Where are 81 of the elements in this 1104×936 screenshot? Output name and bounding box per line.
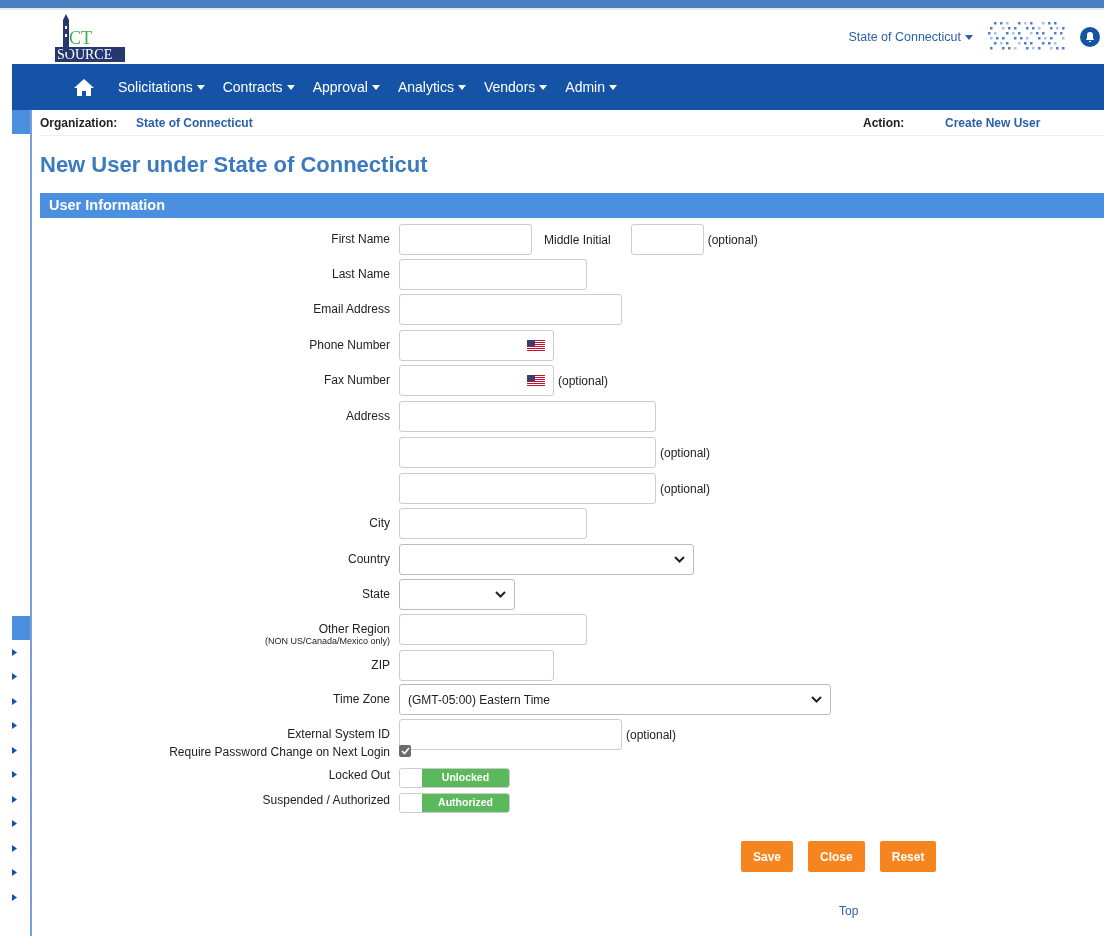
organization-menu[interactable]: State of Connecticut [848,27,973,47]
field-label: ZIP [371,658,390,672]
chevron-down-icon [674,556,685,563]
optional-note: (optional) [558,372,609,390]
phone-field[interactable] [399,365,554,396]
optional-note: (optional) [660,444,711,462]
optional-note: (optional) [626,726,677,744]
text-field[interactable] [399,508,587,539]
select-field[interactable]: (GMT-05:00) Eastern Time [399,684,831,715]
expand-arrow-icon[interactable] [12,893,17,901]
section-header: User Information [40,193,1104,218]
chevron-down-icon [495,591,506,598]
expand-arrow-icon[interactable] [12,648,17,656]
field-label: External System ID [287,727,390,741]
text-field[interactable] [399,614,587,645]
flag-icon [527,375,545,386]
field-label: Last Name [331,267,390,281]
field-label: First Name [331,232,390,246]
text-field[interactable] [630,224,704,255]
text-field[interactable] [399,224,532,255]
field-label: Email Address [313,302,390,316]
caret-icon [457,84,466,90]
expand-arrow-icon[interactable] [12,673,17,681]
organization-link[interactable]: State of Connecticut [136,113,253,132]
top-link[interactable]: Top [839,904,859,918]
avatar-pattern-icon[interactable] [988,22,1066,52]
action-label: Action: [863,114,906,132]
expand-arrow-icon[interactable] [12,746,17,754]
expand-arrow-icon[interactable] [12,869,17,877]
caret-icon [371,84,380,90]
nav-menu[interactable]: Solicitations [118,76,205,98]
nav-menu[interactable]: Analytics [397,76,466,98]
optional-note: (optional) [707,231,758,249]
expand-arrow-icon[interactable] [12,771,17,779]
field-label: Other Region [318,622,390,636]
field-label: Suspended / Authorized [262,793,390,807]
select-field[interactable] [399,544,694,575]
page-title: New User under State of Connecticut [40,151,429,179]
text-field[interactable] [399,259,587,290]
caret-icon [609,84,617,90]
select-field[interactable] [399,579,515,610]
flag-icon [527,340,545,351]
caret-icon [539,84,548,90]
field-label: Locked Out [328,768,390,782]
field-label: Require Password Change on Next Login [169,745,390,759]
field-label: Middle Initial [544,231,611,249]
action-link[interactable]: Create New User [945,113,1104,132]
expand-arrow-icon[interactable] [12,795,17,803]
text-field[interactable] [399,650,554,681]
field-label: Time Zone [333,692,390,706]
expand-arrow-icon[interactable] [12,722,17,730]
organization-label: Organization: [40,114,119,132]
caret-icon [196,84,205,90]
expand-arrow-icon[interactable] [12,844,17,852]
nav-menu[interactable]: Approval [312,76,380,98]
text-field[interactable] [399,401,656,432]
bell-icon[interactable] [1080,27,1100,47]
phone-field[interactable] [399,330,554,361]
check-icon [400,747,410,755]
expand-arrow-icon[interactable] [12,820,17,828]
nav-menu[interactable]: Admin [565,76,617,98]
caret-icon [286,84,295,90]
nav-menu[interactable]: Contracts [222,76,295,98]
text-field[interactable] [399,719,622,750]
expand-arrow-icon[interactable] [12,697,17,705]
text-field[interactable] [399,294,622,325]
field-label: Country [347,552,390,566]
text-field[interactable] [399,437,656,468]
nav-menu[interactable]: Vendors [483,76,548,98]
field-sublabel: (NON US/Canada/Mexico only) [264,636,390,646]
field-label: State [361,587,390,601]
field-label: City [369,516,390,530]
field-label: Address [345,409,390,423]
chevron-down-icon [811,696,822,703]
text-field[interactable] [399,473,656,504]
field-label: Phone Number [309,338,390,352]
optional-note: (optional) [660,480,711,498]
field-label: Fax Number [323,373,390,387]
home-icon[interactable] [74,78,94,96]
caret-icon [965,34,973,40]
logo[interactable]: CT SOURCE [55,12,127,62]
